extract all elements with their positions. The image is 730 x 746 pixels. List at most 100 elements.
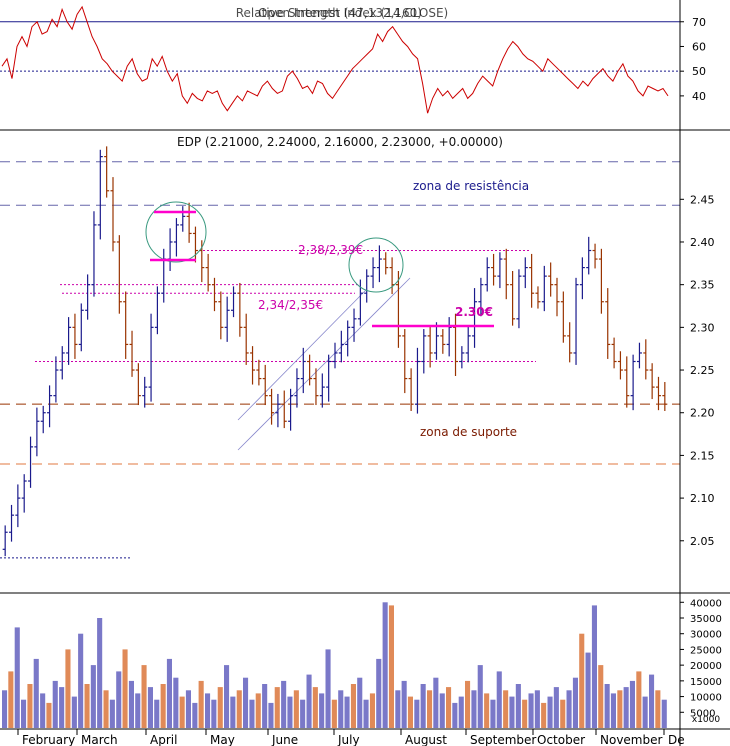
volume-bar [71,696,77,728]
volume-bar [331,699,337,728]
volume-tick-label: 10000 [690,693,722,704]
volume-bar [27,684,33,728]
volume-bar [211,699,217,728]
volume-bar [97,618,103,728]
month-label: De [668,733,685,746]
month-label: June [271,733,298,746]
volume-bar [154,699,160,728]
volume-bar [21,699,27,728]
volume-bar [230,696,236,728]
volume-bar [122,649,128,728]
volume-bar [617,690,623,728]
volume-tick-label: 20000 [690,661,722,672]
volume-bar [560,699,566,728]
volume-bar [515,684,521,728]
volume-bar [236,690,242,728]
price-tick-label: 2.10 [690,492,715,505]
price-tick-label: 2.45 [690,193,715,206]
volume-bar [541,702,547,728]
volume-bar [141,665,147,728]
volume-bar [357,677,363,728]
volume-bar [350,684,356,728]
volume-bar [446,687,452,728]
rsi-title: Relative Strength Index (14,CLOSE) [236,6,449,20]
volume-bar [496,671,502,728]
volume-bar [610,693,616,728]
month-label: October [537,733,585,746]
volume-bar [166,658,172,728]
volume-bar [471,690,477,728]
volume-bar [585,652,591,728]
volume-bar [173,677,179,728]
price-tick-label: 2.15 [690,449,715,462]
volume-bar [224,665,230,728]
price-tick-label: 2.25 [690,364,715,377]
volume-bar [452,702,458,728]
volume-bar [116,671,122,728]
volume-bar [649,674,655,728]
rsi-tick-label: 40 [692,90,706,103]
volume-bar [287,696,293,728]
rsi-tick-label: 60 [692,40,706,53]
volume-bar [579,633,585,728]
volume-bar [268,702,274,728]
volume-bar [312,687,318,728]
volume-bar [376,658,382,728]
volume-bar [344,696,350,728]
month-label: May [210,733,235,746]
volume-bar [103,690,109,728]
volume-bar [623,687,629,728]
month-label: February [22,733,75,746]
volume-bar [629,680,635,728]
volume-tick-label: 25000 [690,645,722,656]
volume-bar [84,684,90,728]
stock-chart: Open Interest (47,132,160) Relative Stre… [0,0,730,746]
volume-bar [420,684,426,728]
level-label-238: 2,38/2,39€ [298,243,363,257]
volume-bar [534,690,540,728]
volume-bar [293,690,299,728]
volume-bar [655,690,661,728]
volume-bar [14,627,20,728]
volume-bar [591,605,597,728]
volume-bar [160,684,166,728]
volume-bar [604,684,610,728]
month-label: April [150,733,177,746]
volume-bar [369,693,375,728]
volume-tick-label: 15000 [690,677,722,688]
price-tick-label: 2.30 [690,321,715,334]
volume-bar [427,690,433,728]
level-label-234: 2,34/2,35€ [258,298,323,312]
volume-bar [439,693,445,728]
volume-bar [325,649,331,728]
price-tick-label: 2.20 [690,407,715,420]
volume-bar [217,687,223,728]
volume-bar [2,690,8,728]
volume-bar [243,677,249,728]
volume-bar [477,665,483,728]
volume-tick-label: 35000 [690,614,722,625]
support-zone-label: zona de suporte [420,425,517,439]
volume-unit-label: x1000 [692,715,721,725]
price-tick-label: 2.05 [690,535,715,548]
level-label-230: 2.30€ [455,305,493,319]
volume-bar [661,699,667,728]
volume-bar [484,693,490,728]
volume-bar [465,680,471,728]
volume-bar [642,696,648,728]
volume-bar [414,699,420,728]
volume-bar [553,687,559,728]
volume-bar [8,671,14,728]
volume-bar [192,702,198,728]
volume-bar [33,658,39,728]
volume-bar [249,699,255,728]
volume-bar [407,696,413,728]
volume-bar [319,693,325,728]
month-label: July [337,733,360,746]
volume-bar [503,690,509,728]
volume-bar [78,633,84,728]
month-label: November [600,733,662,746]
volume-bar [90,665,96,728]
price-tick-label: 2.35 [690,279,715,292]
volume-bar [185,690,191,728]
